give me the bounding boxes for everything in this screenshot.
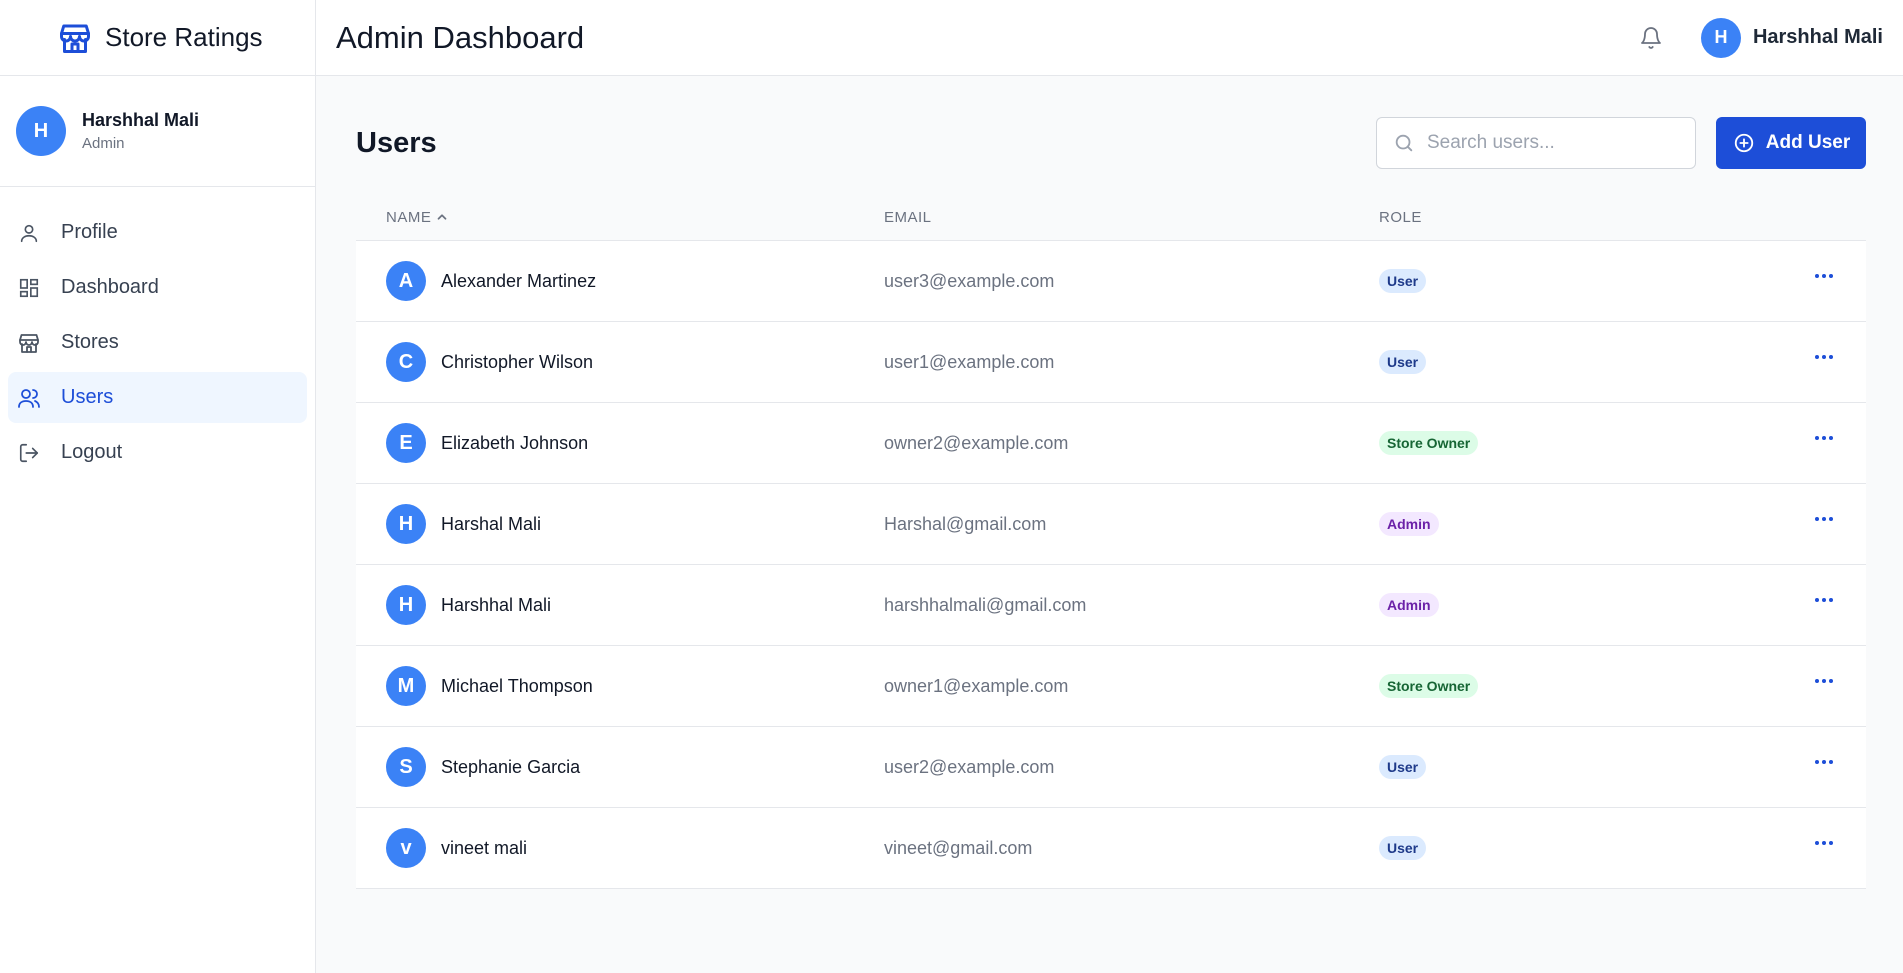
store-icon [16, 330, 42, 356]
users-icon [16, 385, 42, 411]
role-badge: Admin [1379, 593, 1439, 617]
avatar: M [386, 666, 426, 706]
logout-icon [16, 440, 42, 466]
table-row: H Harshal Mali Harshal@gmail.com Admin [356, 484, 1866, 565]
sidebar-nav: Profile Dashboard Stores Users Logout [0, 187, 315, 502]
chevron-up-icon[interactable] [435, 210, 449, 224]
bell-icon[interactable] [1637, 24, 1665, 52]
table-row: A Alexander Martinez user3@example.com U… [356, 241, 1866, 322]
plus-circle-icon [1732, 131, 1756, 155]
column-name-label: NAME [386, 208, 432, 226]
user-name: Michael Thompson [441, 675, 593, 696]
user-name: Elizabeth Johnson [441, 432, 589, 453]
table-header: NAME EMAIL ROLE [356, 194, 1866, 241]
user-email: user1@example.com [884, 351, 1055, 372]
more-options-icon[interactable] [1812, 426, 1836, 450]
top-header: Admin Dashboard H Harshhal Mali [316, 0, 1903, 76]
more-options-icon[interactable] [1812, 831, 1836, 855]
avatar: H [386, 585, 426, 625]
avatar: C [386, 342, 426, 382]
table-row: H Harshhal Mali harshhalmali@gmail.com A… [356, 565, 1866, 646]
grid-icon [16, 275, 42, 301]
more-options-icon[interactable] [1812, 345, 1836, 369]
role-badge: User [1379, 755, 1427, 779]
sidebar-item-label: Dashboard [61, 276, 159, 298]
role-badge: User [1379, 836, 1427, 860]
user-name: Alexander Martinez [441, 270, 597, 291]
more-options-icon[interactable] [1812, 669, 1836, 693]
user-name: Christopher Wilson [441, 351, 594, 372]
avatar: S [386, 747, 426, 787]
role-badge: User [1379, 269, 1427, 293]
table-row: v vineet mali vineet@gmail.com User [356, 808, 1866, 889]
section-title: Users [356, 126, 437, 159]
add-user-label: Add User [1765, 132, 1851, 153]
main-content: Users Add User NAME EMAIL ROLE [356, 116, 1866, 889]
avatar: H [386, 504, 426, 544]
sidebar-item-label: Stores [61, 331, 119, 353]
column-email-header: EMAIL [884, 208, 932, 226]
column-name-header[interactable]: NAME [356, 209, 884, 226]
avatar: v [386, 828, 426, 868]
table-row: S Stephanie Garcia user2@example.com Use… [356, 727, 1866, 808]
role-badge: User [1379, 350, 1427, 374]
table-row: E Elizabeth Johnson owner2@example.com S… [356, 403, 1866, 484]
search-input[interactable] [1427, 132, 1677, 154]
sidebar-user-card: H Harshhal Mali Admin [0, 76, 315, 187]
avatar: H [16, 106, 66, 156]
sidebar-item-profile[interactable]: Profile [8, 207, 307, 258]
user-email: vineet@gmail.com [884, 837, 1033, 858]
avatar[interactable]: H [1700, 17, 1741, 58]
page-title: Admin Dashboard [336, 19, 585, 55]
user-name: Stephanie Garcia [441, 756, 581, 777]
users-table: NAME EMAIL ROLE A Alexander Martinez use… [356, 194, 1866, 889]
table-row: M Michael Thompson owner1@example.com St… [356, 646, 1866, 727]
avatar: A [386, 261, 426, 301]
table-row: C Christopher Wilson user1@example.com U… [356, 322, 1866, 403]
user-email: user3@example.com [884, 270, 1055, 291]
search-icon [1391, 130, 1417, 156]
role-badge: Store Owner [1379, 674, 1479, 698]
user-email: owner2@example.com [884, 432, 1069, 453]
users-toolbar: Users Add User [356, 116, 1866, 170]
sidebar-user-role: Admin [82, 135, 125, 152]
sidebar-item-label: Users [61, 386, 114, 408]
user-email: owner1@example.com [884, 675, 1069, 696]
sidebar-item-stores[interactable]: Stores [8, 317, 307, 368]
sidebar-item-label: Logout [61, 441, 123, 463]
role-badge: Admin [1379, 512, 1439, 536]
search-box[interactable] [1376, 117, 1696, 169]
user-name: vineet mali [441, 837, 528, 858]
user-name: Harshhal Mali [441, 594, 552, 615]
sidebar-item-dashboard[interactable]: Dashboard [8, 262, 307, 313]
more-options-icon[interactable] [1812, 264, 1836, 288]
column-role-header: ROLE [1379, 208, 1422, 226]
sidebar: Store Ratings H Harshhal Mali Admin Prof… [0, 0, 316, 973]
more-options-icon[interactable] [1812, 588, 1836, 612]
user-email: Harshal@gmail.com [884, 513, 1047, 534]
more-options-icon[interactable] [1812, 750, 1836, 774]
header-user-name[interactable]: Harshhal Mali [1753, 26, 1883, 49]
brand[interactable]: Store Ratings [0, 0, 315, 76]
add-user-button[interactable]: Add User [1716, 117, 1866, 169]
more-options-icon[interactable] [1812, 507, 1836, 531]
sidebar-item-logout[interactable]: Logout [8, 427, 307, 478]
user-name: Harshal Mali [441, 513, 542, 534]
avatar: E [386, 423, 426, 463]
store-icon [57, 20, 93, 56]
sidebar-item-label: Profile [61, 221, 118, 243]
user-email: harshhalmali@gmail.com [884, 594, 1087, 615]
user-email: user2@example.com [884, 756, 1055, 777]
user-icon [16, 220, 42, 246]
sidebar-user-name: Harshhal Mali [82, 110, 200, 130]
role-badge: Store Owner [1379, 431, 1479, 455]
app-name: Store Ratings [105, 22, 263, 52]
sidebar-item-users[interactable]: Users [8, 372, 307, 423]
